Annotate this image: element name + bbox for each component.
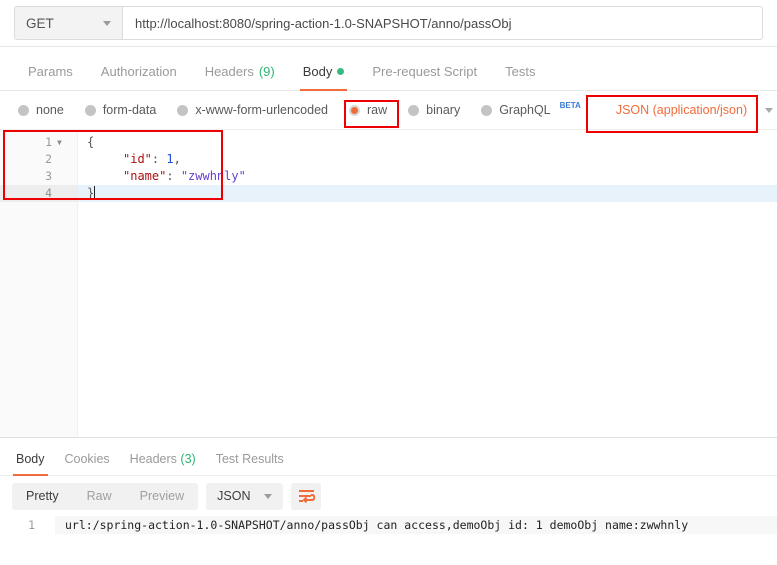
view-mode-pretty[interactable]: Pretty <box>12 483 73 510</box>
body-type-graphql[interactable]: GraphQL BETA <box>481 100 581 117</box>
body-type-raw[interactable]: raw <box>349 103 387 117</box>
http-method-select[interactable]: GET <box>15 7 123 39</box>
radio-icon <box>177 104 189 116</box>
radio-icon <box>481 104 493 116</box>
code-line: 3 "name": "zwwhnly" <box>0 168 777 185</box>
tab-params-label: Params <box>28 64 73 79</box>
response-view-mode-group: Pretty Raw Preview <box>12 482 199 510</box>
response-tab-cookies-label: Cookies <box>64 452 110 466</box>
code-fold-icon[interactable]: ▼ <box>57 134 67 151</box>
response-format-select[interactable]: JSON <box>206 482 284 510</box>
view-mode-preview[interactable]: Preview <box>126 483 198 510</box>
response-format-label: JSON <box>217 489 251 503</box>
view-mode-preview-label: Preview <box>139 488 185 503</box>
body-type-row: none form-data x-www-form-urlencoded raw… <box>0 91 777 130</box>
radio-selected-icon <box>349 104 360 116</box>
text-cursor-icon <box>94 186 96 199</box>
chevron-down-icon <box>765 107 774 113</box>
view-mode-raw[interactable]: Raw <box>73 483 126 510</box>
tab-headers[interactable]: Headers (9) <box>191 64 289 90</box>
response-tab-headers-label: Headers <box>129 452 177 466</box>
content-type-label: JSON (application/json) <box>615 103 748 117</box>
response-tab-test-results[interactable]: Test Results <box>206 452 294 475</box>
json-colon: : <box>166 169 181 183</box>
body-type-none-label: none <box>36 103 64 117</box>
response-tab-body[interactable]: Body <box>6 452 55 476</box>
tab-tests-label: Tests <box>505 64 536 79</box>
editor-code: 1 ▼ { 2 "id": 1, 3 "name": "zwwhnly" 4 } <box>0 134 777 202</box>
tab-body-label: Body <box>302 64 333 79</box>
json-brace: } <box>87 186 95 200</box>
tab-headers-label: Headers <box>204 64 254 79</box>
response-tab-body-label: Body <box>16 452 45 466</box>
line-number: 2 <box>45 152 52 166</box>
json-value: "zwwhnly" <box>180 169 246 183</box>
line-number: 1 <box>28 518 35 532</box>
tab-tests[interactable]: Tests <box>491 64 549 90</box>
response-tab-test-results-label: Test Results <box>215 452 284 466</box>
postman-window: GET Params Authorization Headers (9) Bod… <box>0 0 777 565</box>
chevron-down-icon <box>103 20 111 26</box>
radio-icon <box>408 104 420 116</box>
tab-authorization[interactable]: Authorization <box>87 64 191 90</box>
code-line-active: 4 } <box>0 185 777 202</box>
request-body-editor[interactable]: 1 ▼ { 2 "id": 1, 3 "name": "zwwhnly" 4 } <box>0 130 777 437</box>
tab-body[interactable]: Body <box>289 64 359 91</box>
body-modified-dot-icon <box>337 68 345 75</box>
response-tab-cookies[interactable]: Cookies <box>55 452 120 475</box>
request-tabs: Params Authorization Headers (9) Body Pr… <box>0 47 777 91</box>
code-text: "id": 1, <box>78 151 181 168</box>
code-text: } <box>78 185 96 202</box>
body-type-urlencoded[interactable]: x-www-form-urlencoded <box>177 103 328 117</box>
tab-pre-request-script-label: Pre-request Script <box>372 64 478 79</box>
code-text: { <box>87 135 95 149</box>
word-wrap-icon <box>298 489 315 503</box>
tab-pre-request-script[interactable]: Pre-request Script <box>358 64 491 90</box>
url-input-group: GET <box>14 6 763 40</box>
json-comma: , <box>173 152 181 166</box>
request-url-input[interactable] <box>123 7 762 39</box>
body-type-form-data-label: form-data <box>102 103 157 117</box>
body-type-binary[interactable]: binary <box>408 103 460 117</box>
response-tab-headers-count: (3) <box>180 452 196 466</box>
code-text: "name": "zwwhnly" <box>78 168 246 185</box>
body-type-urlencoded-label: x-www-form-urlencoded <box>195 103 328 117</box>
json-colon: : <box>151 152 167 166</box>
response-toolbar: Pretty Raw Preview JSON <box>0 476 777 516</box>
line-number: 4 <box>0 185 78 202</box>
chevron-down-icon <box>264 493 273 499</box>
json-value: 1 <box>166 152 174 166</box>
body-type-raw-label: raw <box>367 103 388 117</box>
radio-icon <box>18 104 29 116</box>
view-mode-pretty-label: Pretty <box>26 488 59 503</box>
tab-params[interactable]: Params <box>14 64 87 90</box>
beta-badge: BETA <box>559 100 581 110</box>
tab-authorization-label: Authorization <box>100 64 177 79</box>
body-type-binary-label: binary <box>426 103 461 117</box>
body-type-none[interactable]: none <box>18 103 64 117</box>
line-number: 3 <box>45 169 52 183</box>
body-type-form-data[interactable]: form-data <box>84 103 157 117</box>
view-mode-raw-label: Raw <box>86 488 112 503</box>
http-method-label: GET <box>26 15 54 31</box>
radio-icon <box>84 104 96 116</box>
response-line: 1 url:/spring-action-1.0-SNAPSHOT/anno/p… <box>0 516 777 534</box>
json-key: "name" <box>123 169 167 183</box>
content-type-select[interactable]: JSON (application/json) <box>615 103 774 117</box>
response-tab-headers[interactable]: Headers (3) <box>120 452 206 475</box>
response-body-viewer[interactable]: 1 url:/spring-action-1.0-SNAPSHOT/anno/p… <box>0 516 777 565</box>
code-line: 1 ▼ { <box>0 134 777 151</box>
response-tabs: Body Cookies Headers (3) Test Results <box>0 438 777 476</box>
tab-headers-count: (9) <box>258 64 275 79</box>
response-body-text: url:/spring-action-1.0-SNAPSHOT/anno/pas… <box>55 516 777 534</box>
json-key: "id" <box>123 152 152 166</box>
word-wrap-button[interactable] <box>291 482 322 510</box>
body-type-graphql-label: GraphQL <box>499 103 551 117</box>
request-url-bar: GET <box>0 0 777 47</box>
code-line: 2 "id": 1, <box>0 151 777 168</box>
